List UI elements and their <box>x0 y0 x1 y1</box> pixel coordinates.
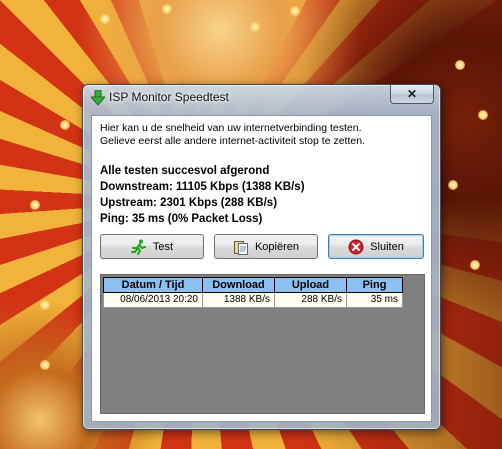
column-header-upload[interactable]: Upload <box>275 277 347 293</box>
speedtest-window: ISP Monitor Speedtest ✕ Hier kan u de sn… <box>82 84 441 430</box>
cell-date[interactable]: 08/06/2013 20:20 <box>103 293 203 308</box>
close-button-label: Sluiten <box>370 240 404 253</box>
download-arrow-icon <box>91 90 105 106</box>
cell-download[interactable]: 1388 KB/s <box>203 293 275 308</box>
results-header-row: Datum / Tijd Download Upload Ping <box>103 277 403 293</box>
upstream-result: Upstream: 2301 Kbps (288 KB/s) <box>100 197 278 209</box>
status-headline: Alle testen succesvol afgerond <box>100 165 270 177</box>
results-grid[interactable]: Datum / Tijd Download Upload Ping 08/06/… <box>100 274 425 414</box>
intro-line-2: Gelieve eerst alle andere internet-activ… <box>100 135 365 147</box>
red-close-circle-icon <box>348 239 364 254</box>
column-header-date[interactable]: Datum / Tijd <box>103 277 203 293</box>
cell-upload[interactable]: 288 KB/s <box>275 293 347 308</box>
copy-button-label: Kopiëren <box>254 240 300 253</box>
cell-ping[interactable]: 35 ms <box>347 293 403 308</box>
window-title: ISP Monitor Speedtest <box>109 90 229 104</box>
column-header-download[interactable]: Download <box>203 277 275 293</box>
test-button[interactable]: Test <box>100 234 204 259</box>
dialog-content: Hier kan u de snelheid van uw internetve… <box>91 115 432 422</box>
table-row[interactable]: 08/06/2013 20:20 1388 KB/s 288 KB/s 35 m… <box>103 293 403 308</box>
close-button[interactable]: Sluiten <box>328 234 424 259</box>
running-man-icon <box>130 239 146 255</box>
window-close-button[interactable]: ✕ <box>390 85 434 104</box>
ping-result: Ping: 35 ms (0% Packet Loss) <box>100 213 263 225</box>
copy-clipboard-icon <box>233 240 248 255</box>
test-results-summary: Alle testen succesvol afgerond Downstrea… <box>100 163 305 227</box>
close-icon: ✕ <box>406 87 418 101</box>
copy-button[interactable]: Kopiëren <box>214 234 318 259</box>
test-button-label: Test <box>152 240 174 253</box>
intro-line-1: Hier kan u de snelheid van uw internetve… <box>100 122 362 134</box>
title-bar[interactable]: ISP Monitor Speedtest ✕ <box>83 85 440 111</box>
downstream-result: Downstream: 11105 Kbps (1388 KB/s) <box>100 181 305 193</box>
intro-text: Hier kan u de snelheid van uw internetve… <box>100 122 365 148</box>
column-header-ping[interactable]: Ping <box>347 277 403 293</box>
